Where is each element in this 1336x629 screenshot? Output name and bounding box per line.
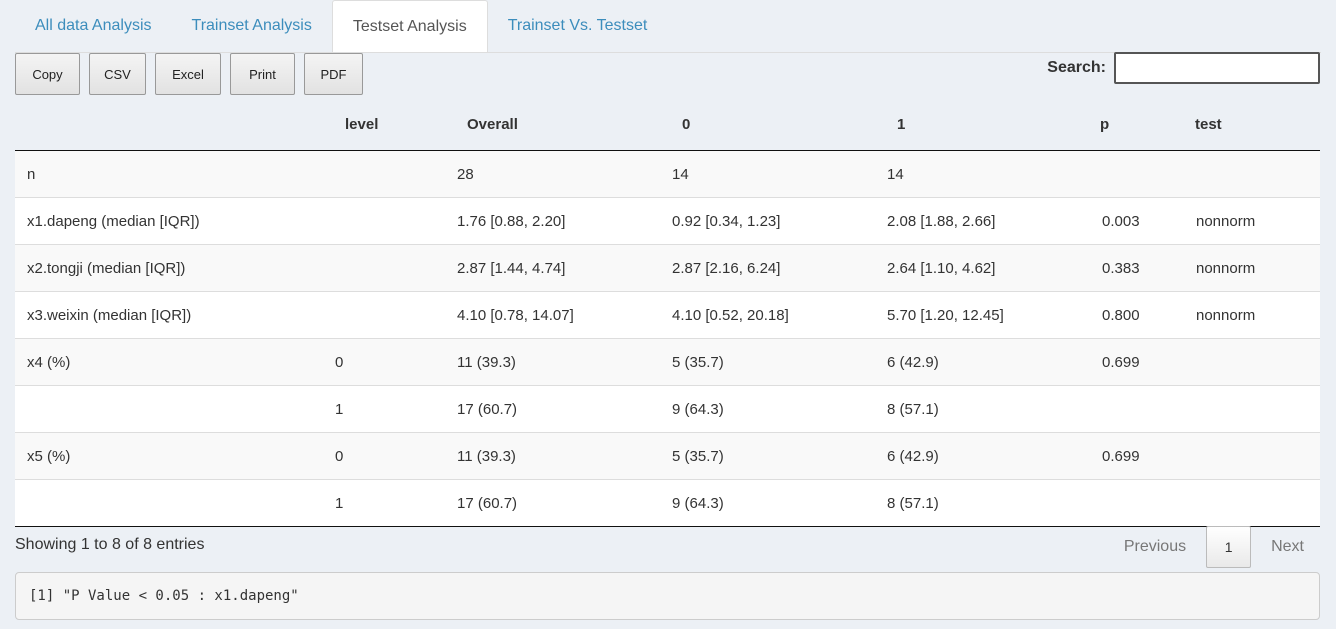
cell-variable: x3.weixin (median [IQR]): [27, 306, 192, 324]
copy-button[interactable]: Copy: [15, 53, 80, 95]
csv-button[interactable]: CSV: [89, 53, 146, 95]
cell-p: 0.383: [1102, 259, 1140, 277]
tab-trainset-analysis[interactable]: Trainset Analysis: [172, 0, 332, 52]
console-output: [1] "P Value < 0.05 : x1.dapeng": [15, 572, 1320, 620]
cell-group-1: 6 (42.9): [887, 447, 939, 465]
tab-testset-analysis[interactable]: Testset Analysis: [331, 0, 488, 52]
cell-overall: 17 (60.7): [457, 494, 518, 512]
cell-p: 0.003: [1102, 212, 1140, 230]
tab-all-data-analysis[interactable]: All data Analysis: [15, 0, 172, 52]
cell-group-0: 2.87 [2.16, 6.24]: [672, 259, 781, 277]
table-row: x1.dapeng (median [IQR]) 1.76 [0.88, 2.2…: [15, 198, 1320, 245]
cell-group-1: 8 (57.1): [887, 494, 939, 512]
cell-group-0: 9 (64.3): [672, 400, 724, 418]
pdf-button[interactable]: PDF: [304, 53, 363, 95]
cell-group-0: 9 (64.3): [672, 494, 724, 512]
cell-overall: 17 (60.7): [457, 400, 518, 418]
results-table: level Overall 0 1 p test n 28 14 14 x1.d…: [15, 98, 1320, 527]
next-page-button[interactable]: Next: [1255, 538, 1320, 556]
header-p[interactable]: p: [1090, 116, 1185, 133]
table-row: x5 (%) 0 11 (39.3) 5 (35.7) 6 (42.9) 0.6…: [15, 433, 1320, 480]
cell-group-0: 4.10 [0.52, 20.18]: [672, 306, 789, 324]
search-box: Search:: [1047, 52, 1320, 84]
table-row: 1 17 (60.7) 9 (64.3) 8 (57.1): [15, 480, 1320, 527]
cell-group-1: 6 (42.9): [887, 353, 939, 371]
cell-p: 0.699: [1102, 353, 1140, 371]
tab-bar: All data Analysis Trainset Analysis Test…: [15, 0, 667, 52]
table-row: n 28 14 14: [15, 151, 1320, 198]
cell-test: nonnorm: [1196, 212, 1256, 230]
cell-level: 0: [335, 447, 344, 465]
cell-overall: 2.87 [1.44, 4.74]: [457, 259, 566, 277]
header-group-0[interactable]: 0: [660, 116, 875, 133]
excel-button[interactable]: Excel: [155, 53, 221, 95]
export-buttons: Copy CSV Excel Print PDF: [15, 53, 363, 95]
table-info: Showing 1 to 8 of 8 entries: [15, 536, 205, 553]
table-row: x3.weixin (median [IQR]) 4.10 [0.78, 14.…: [15, 292, 1320, 339]
cell-p: 0.800: [1102, 306, 1140, 324]
cell-p: 0.699: [1102, 447, 1140, 465]
cell-group-1: 14: [887, 165, 904, 183]
cell-level: 0: [335, 353, 344, 371]
table-row: x2.tongji (median [IQR]) 2.87 [1.44, 4.7…: [15, 245, 1320, 292]
table-row: x4 (%) 0 11 (39.3) 5 (35.7) 6 (42.9) 0.6…: [15, 339, 1320, 386]
cell-group-1: 2.64 [1.10, 4.62]: [887, 259, 996, 277]
header-group-1[interactable]: 1: [875, 116, 1090, 133]
cell-overall: 1.76 [0.88, 2.20]: [457, 212, 566, 230]
cell-overall: 4.10 [0.78, 14.07]: [457, 306, 574, 324]
tab-trainset-vs-testset[interactable]: Trainset Vs. Testset: [488, 0, 668, 52]
cell-group-0: 14: [672, 165, 689, 183]
cell-test: nonnorm: [1196, 306, 1256, 324]
search-label: Search:: [1047, 59, 1106, 76]
cell-group-1: 5.70 [1.20, 12.45]: [887, 306, 1004, 324]
search-input[interactable]: [1114, 52, 1320, 84]
cell-group-1: 2.08 [1.88, 2.66]: [887, 212, 996, 230]
cell-variable: x2.tongji (median [IQR]): [27, 259, 186, 277]
cell-variable: x5 (%): [27, 447, 71, 465]
pagination: Previous 1 Next: [1108, 526, 1320, 568]
header-overall[interactable]: Overall: [445, 116, 660, 133]
cell-overall: 11 (39.3): [457, 353, 516, 371]
cell-variable: x1.dapeng (median [IQR]): [27, 212, 200, 230]
header-level[interactable]: level: [325, 116, 445, 133]
header-test[interactable]: test: [1185, 116, 1305, 133]
print-button[interactable]: Print: [230, 53, 295, 95]
cell-level: 1: [335, 494, 344, 512]
cell-group-0: 5 (35.7): [672, 447, 724, 465]
cell-variable: n: [27, 165, 36, 183]
cell-group-0: 0.92 [0.34, 1.23]: [672, 212, 781, 230]
table-header: level Overall 0 1 p test: [15, 98, 1320, 151]
cell-group-1: 8 (57.1): [887, 400, 939, 418]
cell-group-0: 5 (35.7): [672, 353, 724, 371]
page-1-button[interactable]: 1: [1206, 526, 1252, 568]
cell-test: nonnorm: [1196, 259, 1256, 277]
cell-variable: x4 (%): [27, 353, 71, 371]
cell-level: 1: [335, 400, 344, 418]
table-row: 1 17 (60.7) 9 (64.3) 8 (57.1): [15, 386, 1320, 433]
cell-overall: 28: [457, 165, 474, 183]
previous-page-button[interactable]: Previous: [1108, 538, 1202, 556]
cell-overall: 11 (39.3): [457, 447, 516, 465]
